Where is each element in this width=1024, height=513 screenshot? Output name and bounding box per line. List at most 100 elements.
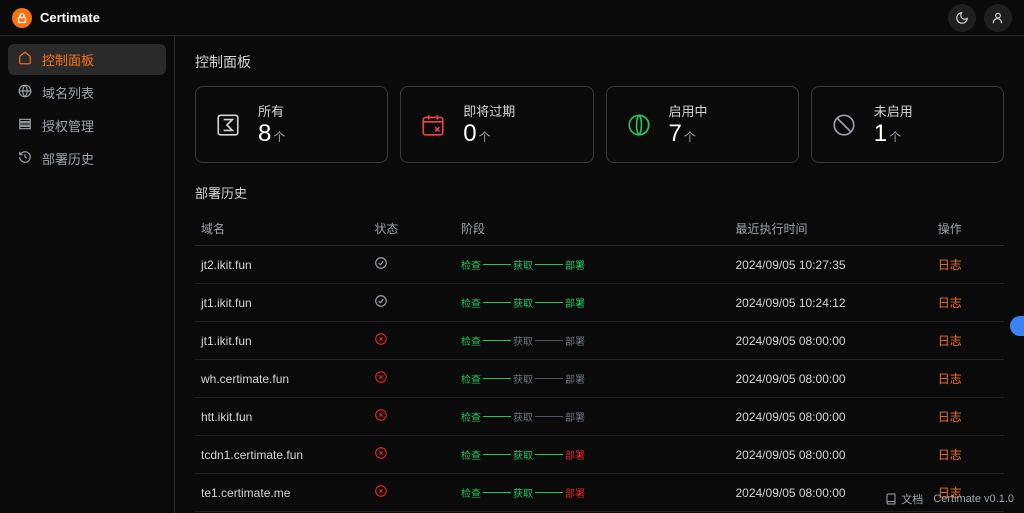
footer: 文档 Certimate v0.1.0 [885, 491, 1014, 507]
sidebar-item-1[interactable]: 域名列表 [8, 77, 166, 108]
stat-unit: 个 [684, 128, 696, 145]
docs-link[interactable]: 文档 [885, 491, 923, 507]
log-link[interactable]: 日志 [938, 258, 962, 272]
stage-bar [483, 454, 511, 455]
log-link[interactable]: 日志 [938, 334, 962, 348]
stage-label: 部署 [565, 409, 585, 424]
stage-label: 获取 [513, 295, 533, 310]
log-link[interactable]: 日志 [938, 296, 962, 310]
cell-status [368, 246, 455, 284]
home-icon [18, 51, 32, 68]
brand: Certimate [12, 8, 100, 28]
sidebar-item-0[interactable]: 控制面板 [8, 44, 166, 75]
stat-label: 所有 [258, 101, 285, 120]
log-link[interactable]: 日志 [938, 448, 962, 462]
stage-label: 获取 [513, 333, 533, 348]
main-content: 控制面板 所有 8个 即将过期 0个 启用中 7个 未启用 1个 部署历史 域名… [175, 36, 1024, 513]
col-status: 状态 [368, 212, 455, 246]
cell-status [368, 474, 455, 512]
stage-label: 检查 [461, 485, 481, 500]
docs-label: 文档 [901, 491, 923, 507]
stage-bar [535, 492, 563, 493]
stat-value: 7个 [669, 120, 708, 148]
cell-stage: 检查获取部署 [455, 436, 729, 474]
stat-value: 8个 [258, 120, 285, 148]
sidebar-item-label: 域名列表 [42, 83, 94, 102]
cell-domain: jt2.ikit.fun [195, 246, 368, 284]
stage-label: 部署 [565, 371, 585, 386]
list-icon [18, 117, 32, 134]
sidebar-item-label: 授权管理 [42, 116, 94, 135]
table-row: tcdn1.certimate.fun 检查获取部署 2024/09/05 08… [195, 436, 1004, 474]
top-actions [948, 4, 1012, 32]
stage-progress: 检查获取部署 [461, 257, 723, 272]
stat-card-1[interactable]: 即将过期 0个 [400, 86, 593, 163]
cell-domain: jt1.ikit.fun [195, 284, 368, 322]
user-icon [991, 11, 1005, 25]
check-circle-icon [374, 294, 388, 308]
cell-action: 日志 [932, 436, 1004, 474]
cell-status [368, 360, 455, 398]
cell-domain: te1.certimate.me [195, 474, 368, 512]
stat-card-0[interactable]: 所有 8个 [195, 86, 388, 163]
stat-value: 1个 [874, 120, 913, 148]
stage-bar [535, 454, 563, 455]
cell-action: 日志 [932, 322, 1004, 360]
user-menu-button[interactable] [984, 4, 1012, 32]
col-domain: 域名 [195, 212, 368, 246]
book-icon [885, 493, 897, 505]
log-link[interactable]: 日志 [938, 372, 962, 386]
sidebar-item-2[interactable]: 授权管理 [8, 110, 166, 141]
brand-name: Certimate [40, 10, 100, 25]
table-row: jt1.ikit.fun 检查获取部署 2024/09/05 10:24:12 … [195, 284, 1004, 322]
cell-time: 2024/09/05 08:00:00 [729, 398, 931, 436]
sigma-icon [214, 111, 242, 139]
cell-stage: 检查获取部署 [455, 398, 729, 436]
x-circle-icon [374, 370, 388, 384]
cell-domain: htt.ikit.fun [195, 398, 368, 436]
stage-progress: 检查获取部署 [461, 295, 723, 310]
history-icon [18, 150, 32, 167]
table-row: jt2.ikit.fun 检查获取部署 2024/09/05 10:27:35 … [195, 246, 1004, 284]
stat-value: 0个 [463, 120, 515, 148]
sidebar-item-label: 控制面板 [42, 50, 94, 69]
stage-bar [535, 302, 563, 303]
stage-bar [535, 416, 563, 417]
check-circle-icon [374, 256, 388, 270]
cell-time: 2024/09/05 10:24:12 [729, 284, 931, 322]
sidebar-item-3[interactable]: 部署历史 [8, 143, 166, 174]
col-time: 最近执行时间 [729, 212, 931, 246]
cell-stage: 检查 获取 部署 [455, 474, 729, 512]
history-table: 域名 状态 阶段 最近执行时间 操作 jt2.ikit.fun 检查获取部署 2… [195, 212, 1004, 513]
log-link[interactable]: 日志 [938, 410, 962, 424]
cell-time: 2024/09/05 08:00:00 [729, 322, 931, 360]
history-section-title: 部署历史 [195, 183, 1004, 202]
stat-unit: 个 [273, 128, 285, 145]
stage-label: 检查 [461, 447, 481, 462]
stage-label: 部署 [565, 447, 585, 462]
stage-label: 获取 [513, 371, 533, 386]
stat-card-2[interactable]: 启用中 7个 [606, 86, 799, 163]
version-label: Certimate v0.1.0 [933, 493, 1014, 505]
sidebar-item-label: 部署历史 [42, 149, 94, 168]
stage-label: 检查 [461, 333, 481, 348]
page-title: 控制面板 [195, 52, 1004, 72]
stage-label: 检查 [461, 257, 481, 272]
col-action: 操作 [932, 212, 1004, 246]
cell-domain: wh.certimate.fun [195, 360, 368, 398]
cell-action: 日志 [932, 398, 1004, 436]
stage-label: 获取 [513, 485, 533, 500]
x-circle-icon [374, 408, 388, 422]
globe-icon [18, 84, 32, 101]
cell-domain: jt1.ikit.fun [195, 322, 368, 360]
stage-label: 部署 [565, 333, 585, 348]
theme-toggle-button[interactable] [948, 4, 976, 32]
x-circle-icon [374, 484, 388, 498]
ban-icon [830, 111, 858, 139]
stage-label: 部署 [565, 485, 585, 500]
stat-card-3[interactable]: 未启用 1个 [811, 86, 1004, 163]
stage-progress: 检查获取部署 [461, 371, 723, 386]
cell-time: 2024/09/05 08:00:00 [729, 360, 931, 398]
float-badge[interactable] [1010, 316, 1024, 336]
stage-bar [483, 378, 511, 379]
